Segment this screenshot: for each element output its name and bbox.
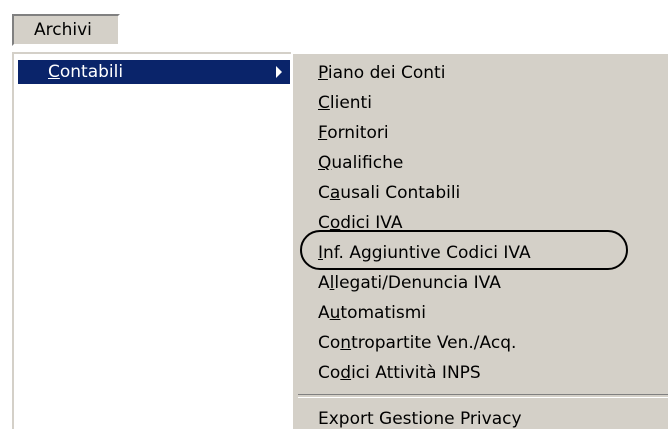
submenu-arrow-icon — [276, 66, 282, 78]
submenu-item-automatismi[interactable]: Automatismi — [318, 301, 426, 325]
submenu-item-fornitori[interactable]: Fornitori — [318, 121, 389, 145]
submenu-item-allegati-denuncia-iva[interactable]: Allegati/Denuncia IVA — [318, 271, 501, 295]
menu-archivi[interactable]: Archivi — [12, 14, 120, 46]
submenu-item-causali-contabili[interactable]: Causali Contabili — [318, 181, 460, 205]
menu-separator — [298, 394, 668, 398]
submenu-item-piano-dei-conti[interactable]: Piano dei Conti — [318, 61, 445, 85]
screen: Archivi Contabili Piano dei Conti Client… — [0, 0, 668, 429]
menu-item-contabili[interactable]: Contabili — [18, 60, 290, 84]
submenu-item-contropartite[interactable]: Contropartite Ven./Acq. — [318, 331, 516, 355]
submenu-item-qualifiche[interactable]: Qualifiche — [318, 151, 403, 175]
menu-archivi-label: Archivi — [34, 20, 92, 40]
menu-item-contabili-label: Contabili — [48, 62, 124, 82]
highlight-ellipse-annotation — [300, 230, 628, 270]
submenu-item-codici-attivita-inps[interactable]: Codici Attività INPS — [318, 361, 481, 385]
submenu-item-export-gestione-privacy[interactable]: Export Gestione Privacy — [318, 407, 522, 429]
submenu-item-clienti[interactable]: Clienti — [318, 91, 372, 115]
archivi-dropdown: Contabili — [12, 52, 295, 429]
